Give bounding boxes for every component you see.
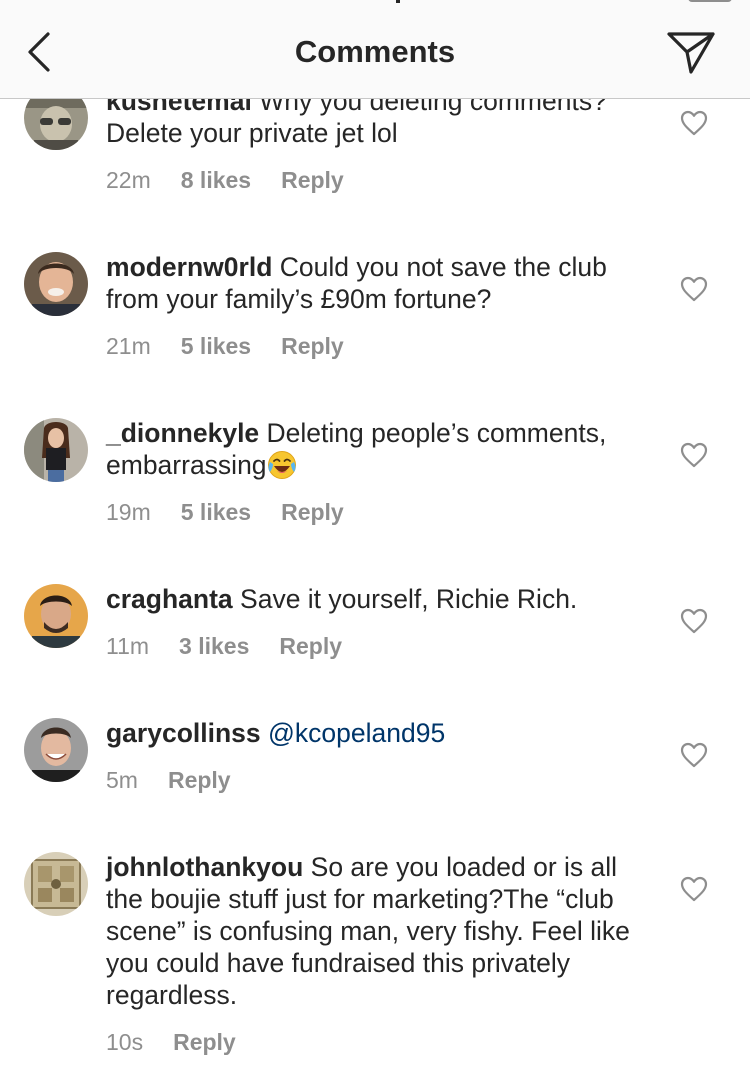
paper-plane-icon xyxy=(667,32,715,74)
comment-time: 21m xyxy=(106,333,151,359)
comment-text: craghanta Save it yourself, Richie Rich. xyxy=(106,583,651,615)
heart-icon[interactable] xyxy=(680,608,708,634)
comment-likes[interactable]: 5 likes xyxy=(181,333,251,359)
comment-time: 10s xyxy=(106,1029,144,1055)
comment-meta: 21m 5 likes Reply xyxy=(106,333,374,360)
comment-text: garycollinss @kcopeland95 xyxy=(106,717,651,749)
reply-button[interactable]: Reply xyxy=(279,633,342,659)
reply-button[interactable]: Reply xyxy=(173,1029,236,1055)
comment-username[interactable]: garycollinss xyxy=(106,718,261,748)
reply-button[interactable]: Reply xyxy=(281,333,344,359)
status-bar-fragment xyxy=(396,0,400,3)
comment-time: 19m xyxy=(106,499,151,525)
heart-icon[interactable] xyxy=(680,876,708,902)
comment-username[interactable]: johnlothankyou xyxy=(106,852,303,882)
comment-username[interactable]: craghanta xyxy=(106,584,233,614)
comment-meta: 19m 5 likes Reply xyxy=(106,499,374,526)
avatar[interactable] xyxy=(24,584,88,648)
comment-text: _dionnekyle Deleting people’s comments, … xyxy=(106,417,651,481)
comment-meta: 5m Reply xyxy=(106,767,261,794)
comment-text: johnlothankyou So are you loaded or is a… xyxy=(106,851,651,1011)
comment-username[interactable]: _dionnekyle xyxy=(106,418,259,448)
comment-meta: 10s Reply xyxy=(106,1029,266,1056)
comment-username[interactable]: modernw0rld xyxy=(106,252,272,282)
comment-time: 5m xyxy=(106,767,138,793)
reply-button[interactable]: Reply xyxy=(168,767,231,793)
heart-icon[interactable] xyxy=(680,442,708,468)
comment-text: modernw0rld Could you not save the club … xyxy=(106,251,651,315)
share-button[interactable] xyxy=(664,28,718,76)
comment-likes[interactable]: 5 likes xyxy=(181,499,251,525)
avatar[interactable] xyxy=(24,252,88,316)
comment-body: Save it yourself, Richie Rich. xyxy=(240,584,578,614)
header-bar: Comments xyxy=(0,0,750,99)
comment-meta: 11m 3 likes Reply xyxy=(106,633,372,660)
face-with-tears-of-joy-icon xyxy=(267,451,296,479)
battery-icon xyxy=(688,0,732,2)
comment-time: 22m xyxy=(106,167,151,193)
heart-icon[interactable] xyxy=(680,110,708,136)
comment-time: 11m xyxy=(106,633,150,659)
avatar[interactable] xyxy=(24,418,88,482)
comment-likes[interactable]: 3 likes xyxy=(179,633,249,659)
mention-link[interactable]: @kcopeland95 xyxy=(268,718,445,748)
avatar[interactable] xyxy=(24,718,88,782)
comment-likes[interactable]: 8 likes xyxy=(181,167,251,193)
heart-icon[interactable] xyxy=(680,276,708,302)
heart-icon[interactable] xyxy=(680,742,708,768)
page-title: Comments xyxy=(294,34,456,69)
comment-meta: 22m 8 likes Reply xyxy=(106,167,374,194)
reply-button[interactable]: Reply xyxy=(281,167,344,193)
reply-button[interactable]: Reply xyxy=(281,499,344,525)
avatar[interactable] xyxy=(24,852,88,916)
